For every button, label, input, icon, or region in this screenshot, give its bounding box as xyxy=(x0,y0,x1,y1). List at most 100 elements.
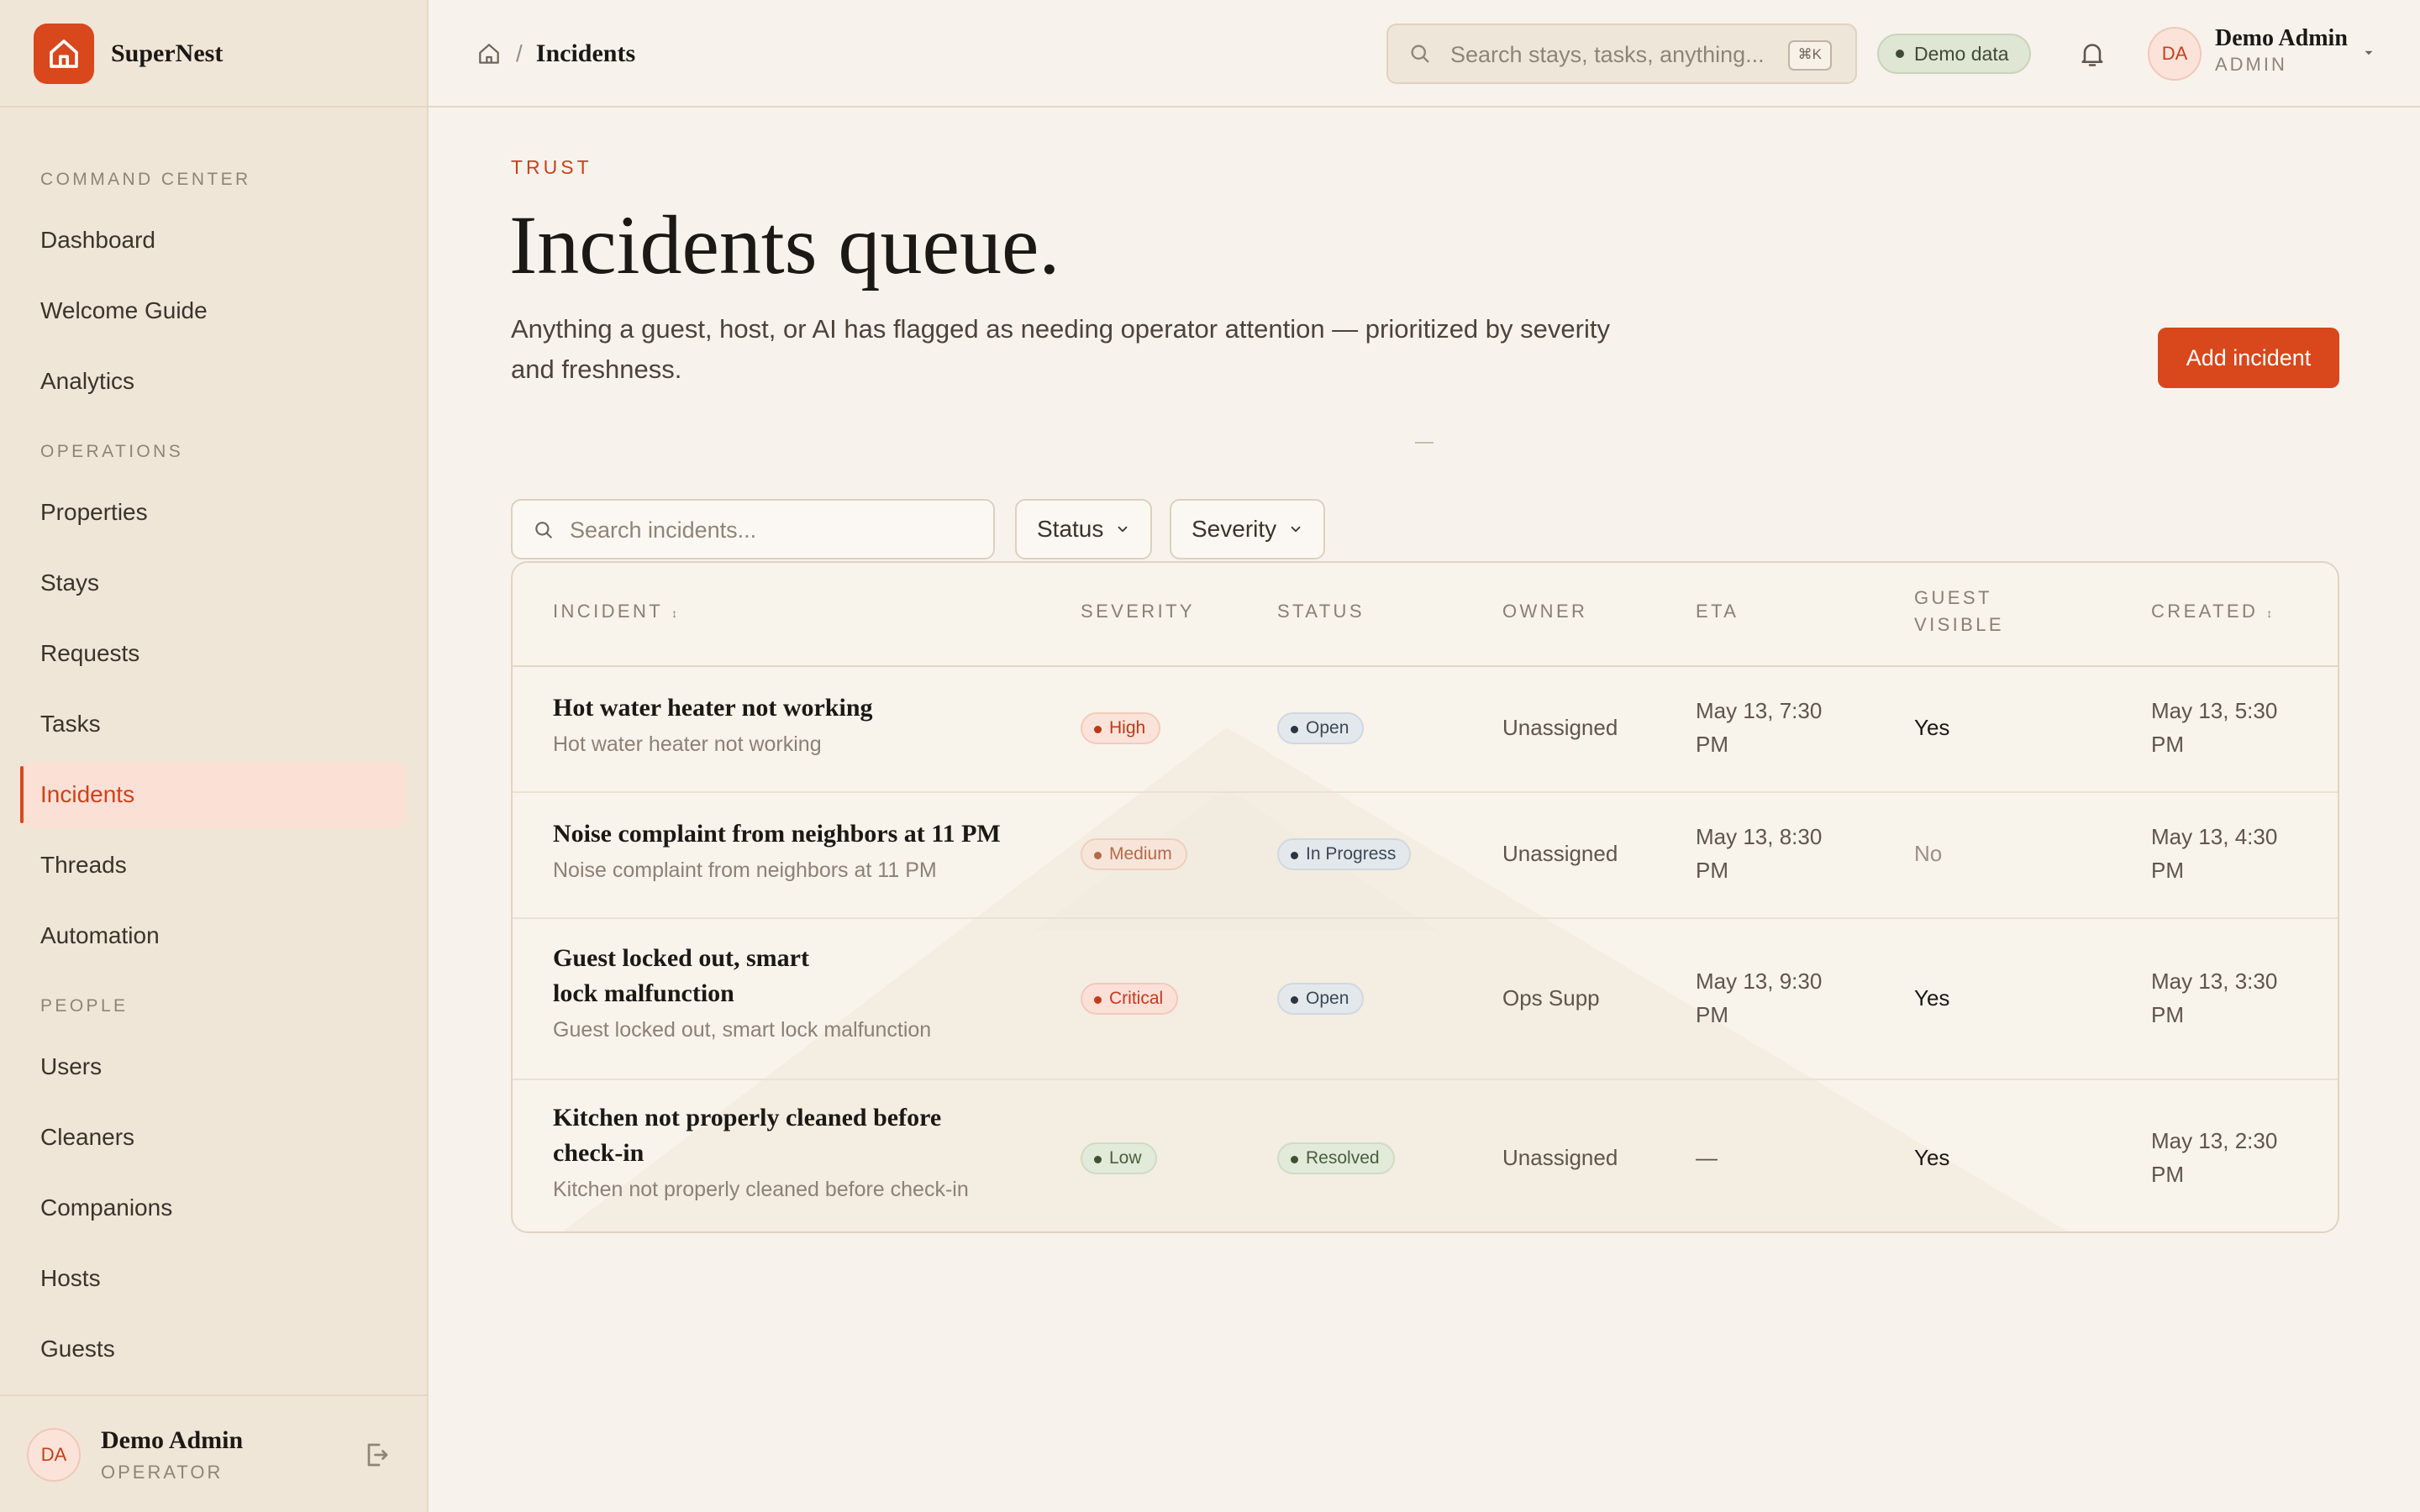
sidebar-item-threads[interactable]: Threads xyxy=(20,832,407,899)
nav-section-command-center: COMMAND CENTER xyxy=(40,170,251,189)
sidebar-item-guests[interactable]: Guests xyxy=(20,1315,407,1383)
user-name: Demo Admin xyxy=(2215,25,2348,51)
nav-section-operations: OPERATIONS xyxy=(40,442,184,461)
created-cell: May 13, 4:30 PM xyxy=(2151,824,2278,883)
owner-cell: Unassigned xyxy=(1502,841,1618,866)
brand-name: SuperNest xyxy=(111,39,224,67)
table-row[interactable]: Noise complaint from neighbors at 11 PM … xyxy=(513,793,2338,919)
incident-title[interactable]: Noise complaint from neighbors at 11 PM xyxy=(553,816,1001,852)
created-cell: May 13, 5:30 PM xyxy=(2151,698,2278,757)
header-eta: ETA xyxy=(1696,601,1739,622)
created-cell: May 13, 2:30 PM xyxy=(2151,1128,2278,1187)
header-guest-visible: GUEST VISIBLE xyxy=(1914,587,2004,635)
user-role: OPERATOR xyxy=(101,1462,224,1483)
topbar: / Incidents ⌘K Demo data DA Demo Admin A… xyxy=(429,0,2420,108)
owner-cell: Unassigned xyxy=(1502,1145,1618,1170)
nav-section-people: PEOPLE xyxy=(40,996,129,1016)
severity-badge: High xyxy=(1081,712,1161,744)
logout-icon[interactable] xyxy=(361,1440,392,1470)
created-cell: May 13, 3:30 PM xyxy=(2151,969,2278,1027)
search-icon xyxy=(535,522,552,538)
incident-title[interactable]: Hot water heater not working xyxy=(553,690,873,726)
avatar[interactable]: DA xyxy=(27,1428,81,1482)
severity-badge: Low xyxy=(1081,1142,1157,1174)
incident-subtitle: Noise complaint from neighbors at 11 PM xyxy=(553,858,937,882)
guest-visible-cell: Yes xyxy=(1914,985,1950,1011)
sidebar-item-stays[interactable]: Stays xyxy=(20,549,407,617)
sidebar-item-automation[interactable]: Automation xyxy=(20,902,407,969)
status-filter-dropdown[interactable]: Status xyxy=(1015,499,1153,559)
header-owner: OWNER xyxy=(1502,601,1588,622)
table-header: INCIDENT ↕ SEVERITY STATUS OWNER ETA GUES… xyxy=(513,563,2338,667)
sidebar-item-cleaners[interactable]: Cleaners xyxy=(20,1104,407,1171)
sidebar-item-tasks[interactable]: Tasks xyxy=(20,690,407,758)
eta-cell: May 13, 8:30 PM xyxy=(1696,824,1823,883)
global-search[interactable]: ⌘K xyxy=(1386,24,1857,84)
add-incident-button[interactable]: Add incident xyxy=(2158,328,2339,388)
global-search-input[interactable] xyxy=(1449,34,1771,76)
incident-title[interactable]: Guest locked out, smart lock malfunction xyxy=(553,941,809,1011)
header-severity: SEVERITY xyxy=(1081,601,1196,622)
sidebar-item-properties[interactable]: Properties xyxy=(20,479,407,546)
chevron-down-icon xyxy=(1291,526,1301,533)
brand[interactable]: SuperNest xyxy=(34,24,223,84)
table-row[interactable]: Hot water heater not working Hot water h… xyxy=(513,667,2338,793)
status-filter-label: Status xyxy=(1037,516,1104,542)
sidebar-item-welcome-guide[interactable]: Welcome Guide xyxy=(20,277,407,344)
house-icon xyxy=(34,24,94,84)
eta-cell: May 13, 7:30 PM xyxy=(1696,698,1823,757)
eta-cell: May 13, 9:30 PM xyxy=(1696,969,1823,1027)
sidebar-item-hosts[interactable]: Hosts xyxy=(20,1245,407,1312)
severity-filter-dropdown[interactable]: Severity xyxy=(1170,499,1326,559)
table-row[interactable]: Kitchen not properly cleaned before check… xyxy=(513,1080,2338,1231)
owner-cell: Unassigned xyxy=(1502,715,1618,740)
user-name: Demo Admin xyxy=(101,1426,244,1454)
chevron-down-icon[interactable] xyxy=(2361,45,2376,60)
sidebar-item-dashboard[interactable]: Dashboard xyxy=(20,207,407,274)
owner-cell: Ops Supp xyxy=(1502,985,1600,1011)
status-badge: In Progress xyxy=(1277,838,1412,870)
incident-search[interactable] xyxy=(511,499,995,559)
incident-subtitle: Kitchen not properly cleaned before chec… xyxy=(553,1178,969,1201)
breadcrumb: / Incidents xyxy=(476,34,635,74)
incidents-table: INCIDENT ↕ SEVERITY STATUS OWNER ETA GUES… xyxy=(511,561,2339,1233)
severity-badge: Critical xyxy=(1081,983,1179,1015)
search-shortcut: ⌘K xyxy=(1787,40,1832,71)
loading-indicator xyxy=(1415,442,1434,444)
header-created[interactable]: CREATED ↕ xyxy=(2151,598,2272,627)
guest-visible-cell: Yes xyxy=(1914,1145,1950,1170)
incident-search-input[interactable] xyxy=(568,509,975,551)
bell-icon[interactable] xyxy=(2077,37,2107,71)
status-badge: Open xyxy=(1277,983,1365,1015)
header-incident[interactable]: INCIDENT ↕ xyxy=(553,598,677,627)
page-title: Incidents queue. xyxy=(509,198,1060,291)
sidebar-item-requests[interactable]: Requests xyxy=(20,620,407,687)
sidebar-nav: COMMAND CENTER Dashboard Welcome Guide A… xyxy=(0,143,427,1386)
sidebar-item-companions[interactable]: Companions xyxy=(20,1174,407,1242)
eta-cell: — xyxy=(1696,1145,1718,1170)
breadcrumb-current: Incidents xyxy=(535,39,636,67)
avatar[interactable]: DA xyxy=(2148,27,2202,81)
sidebar-item-users[interactable]: Users xyxy=(20,1033,407,1100)
sidebar-item-analytics[interactable]: Analytics xyxy=(20,348,407,415)
breadcrumb-separator: / xyxy=(516,40,523,66)
search-icon xyxy=(1411,45,1429,63)
page-subtitle: Anything a guest, host, or AI has flagge… xyxy=(511,314,1610,384)
status-badge: Resolved xyxy=(1277,1142,1395,1174)
header-status: STATUS xyxy=(1277,601,1365,622)
incident-title[interactable]: Kitchen not properly cleaned before check… xyxy=(553,1100,941,1171)
user-role: ADMIN xyxy=(2215,54,2287,75)
home-icon[interactable] xyxy=(476,40,502,67)
page-eyebrow: TRUST xyxy=(511,156,592,178)
sidebar-user: DA Demo Admin OPERATOR xyxy=(0,1394,427,1512)
severity-badge: Medium xyxy=(1081,838,1187,870)
sidebar-item-incidents[interactable]: Incidents xyxy=(20,761,407,828)
table-row[interactable]: Guest locked out, smart lock malfunction … xyxy=(513,919,2338,1080)
guest-visible-cell: Yes xyxy=(1914,715,1950,740)
guest-visible-cell: No xyxy=(1914,841,1943,866)
demo-data-badge: Demo data xyxy=(1877,34,2031,74)
incident-subtitle: Guest locked out, smart lock malfunction xyxy=(553,1018,932,1042)
severity-filter-label: Severity xyxy=(1192,516,1277,542)
sidebar: SuperNest COMMAND CENTER Dashboard Welco… xyxy=(0,0,429,1512)
incident-subtitle: Hot water heater not working xyxy=(553,732,822,756)
